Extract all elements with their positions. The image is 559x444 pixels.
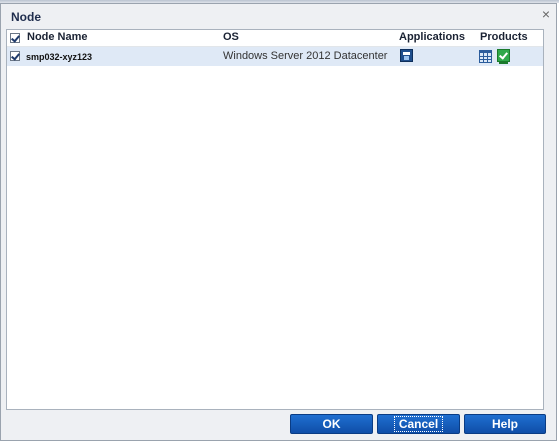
column-header-applications[interactable]: Applications bbox=[399, 31, 465, 43]
close-icon[interactable]: × bbox=[542, 6, 550, 22]
cancel-button-label: Cancel bbox=[393, 416, 444, 432]
help-button-label: Help bbox=[491, 417, 518, 431]
column-header-os[interactable]: OS bbox=[223, 31, 239, 43]
dialog-titlebar: Node × bbox=[1, 4, 556, 28]
grid-header: Node Name OS Applications Products bbox=[7, 30, 543, 47]
node-dialog: Node × Node Name OS Applications Product… bbox=[0, 3, 557, 441]
table-row[interactable]: smp032-xyz123 Windows Server 2012 Datace… bbox=[7, 47, 543, 66]
row-checkbox[interactable] bbox=[10, 51, 20, 61]
ok-button-label: OK bbox=[322, 417, 341, 431]
column-header-node-name[interactable]: Node Name bbox=[27, 31, 88, 43]
node-name-cell: smp032-xyz123 bbox=[26, 52, 93, 62]
grid-product-icon[interactable] bbox=[479, 50, 492, 63]
node-grid: Node Name OS Applications Products smp03… bbox=[6, 29, 544, 410]
monitor-check-icon[interactable] bbox=[497, 49, 510, 64]
database-app-icon[interactable] bbox=[400, 49, 413, 62]
help-button[interactable]: Help bbox=[464, 414, 546, 434]
ok-button[interactable]: OK bbox=[290, 414, 373, 434]
cancel-button[interactable]: Cancel bbox=[377, 414, 460, 434]
dialog-title: Node bbox=[11, 10, 41, 24]
select-all-checkbox[interactable] bbox=[10, 33, 20, 43]
column-header-products[interactable]: Products bbox=[480, 31, 528, 43]
os-cell: Windows Server 2012 Datacenter bbox=[223, 50, 388, 62]
